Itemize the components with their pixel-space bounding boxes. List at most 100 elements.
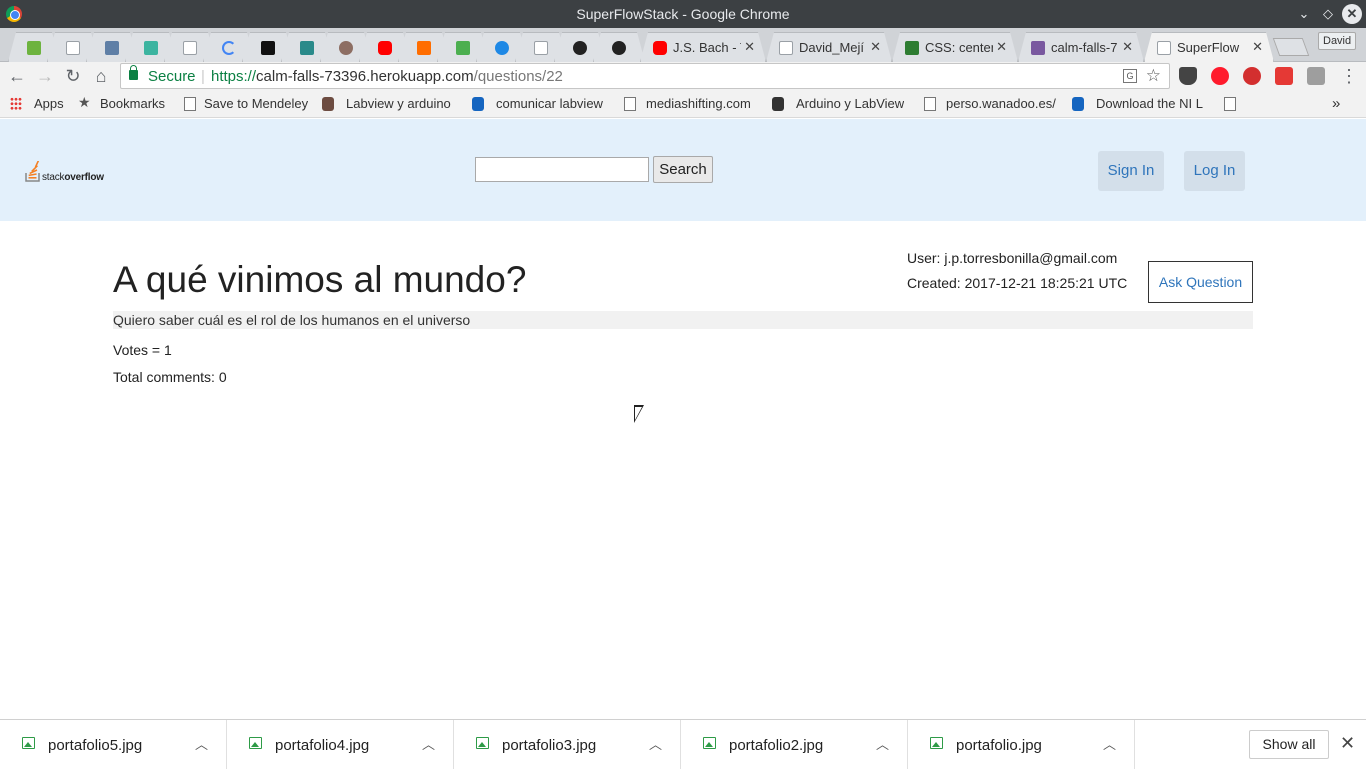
youtube-icon (378, 41, 392, 55)
download-item[interactable]: portafolio3.jpg ︿ (454, 720, 681, 769)
opera-extension-icon[interactable] (1211, 67, 1229, 85)
address-bar[interactable]: Secure | https://calm-falls-73396.heroku… (120, 63, 1170, 89)
sign-in-button[interactable]: Sign In (1098, 151, 1164, 191)
bookmark-item[interactable]: Labview y arduino (346, 96, 451, 111)
page-icon (1157, 41, 1171, 55)
tab-label: David_Mejí (799, 40, 865, 55)
image-file-icon (249, 737, 262, 749)
browser-tab[interactable] (593, 32, 645, 62)
page-icon[interactable] (1224, 97, 1236, 111)
bookmark-item[interactable]: mediashifting.com (646, 96, 751, 111)
close-tab-icon[interactable]: ✕ (1122, 39, 1133, 55)
bookmark-item[interactable]: Arduino y LabView (796, 96, 904, 111)
close-tab-icon[interactable]: ✕ (1252, 39, 1263, 55)
page-icon (66, 41, 80, 55)
home-icon[interactable]: ⌂ (90, 65, 112, 87)
bookmark-item[interactable]: Download the NI L (1096, 96, 1203, 111)
close-tab-icon[interactable]: ✕ (996, 39, 1007, 55)
asterisk-icon (417, 41, 431, 55)
bookmarks-bar: » Apps ★ Bookmarks Save to Mendeley Labview … (0, 90, 1366, 118)
bookmark-item[interactable]: Bookmarks (100, 96, 165, 111)
log-in-button[interactable]: Log In (1184, 151, 1245, 191)
code-icon (144, 41, 158, 55)
question-body: Quiero saber cuál es el rol de los human… (113, 311, 1253, 329)
maximize-icon[interactable]: ◇ (1318, 4, 1338, 24)
ask-question-button[interactable]: Ask Question (1148, 261, 1253, 303)
chevron-up-icon[interactable]: ︿ (195, 734, 208, 753)
tab-label: CSS: center (925, 40, 993, 55)
bookmark-item[interactable]: Apps (34, 96, 64, 111)
page-icon (924, 97, 936, 111)
download-filename: portafolio5.jpg (48, 737, 143, 754)
url-path: /questions/22 (473, 68, 563, 85)
chevron-up-icon[interactable]: ︿ (1103, 734, 1116, 753)
mountain-icon (456, 41, 470, 55)
close-window-icon[interactable]: ✕ (1342, 4, 1362, 24)
download-item[interactable]: portafolio4.jpg ︿ (227, 720, 454, 769)
close-tab-icon[interactable]: ✕ (870, 39, 881, 55)
image-file-icon (703, 737, 716, 749)
bookmark-star-icon[interactable]: ☆ (1146, 66, 1161, 86)
question-votes: Votes = 1 (113, 342, 172, 358)
window-title: SuperFlowStack - Google Chrome (576, 6, 790, 22)
pocket-extension-icon[interactable] (1179, 67, 1197, 85)
star-icon: ★ (78, 94, 91, 110)
apps-grid-icon (10, 97, 22, 111)
youtube-extension-icon[interactable] (1275, 67, 1293, 85)
reload-icon[interactable]: ↻ (62, 65, 84, 87)
translate-icon[interactable]: G (1123, 69, 1137, 83)
browser-tab[interactable]: SuperFlow ✕ (1144, 32, 1274, 62)
logo-text-bold: overflow (64, 172, 104, 183)
new-tab-button[interactable] (1272, 38, 1310, 56)
show-all-downloads-button[interactable]: Show all (1249, 730, 1329, 759)
tiles-icon (105, 41, 119, 55)
avatar-icon (339, 41, 353, 55)
tab-label: SuperFlow (1177, 40, 1240, 55)
search-button[interactable]: Search (653, 156, 713, 183)
mouse-cursor-icon (634, 405, 644, 423)
search-input[interactable] (475, 157, 649, 182)
extension-icon[interactable] (1307, 67, 1325, 85)
page-icon (779, 41, 793, 55)
ni-eagle-icon (1072, 97, 1084, 111)
forward-arrow-icon[interactable]: → (34, 65, 56, 87)
page-icon (624, 97, 636, 111)
minimize-icon[interactable]: ⌄ (1294, 4, 1314, 24)
question-comments-count: Total comments: 0 (113, 369, 227, 385)
download-item[interactable]: portafolio.jpg ︿ (908, 720, 1135, 769)
close-shelf-icon[interactable]: ✕ (1340, 733, 1355, 754)
chevron-up-icon[interactable]: ︿ (422, 734, 435, 753)
tab-label: J.S. Bach - T (673, 40, 741, 55)
bookmarks-overflow-icon[interactable]: » (1332, 95, 1340, 112)
bookmark-item[interactable]: comunicar labview (496, 96, 603, 111)
browser-tab[interactable]: CSS: center ✕ (892, 32, 1018, 62)
url-text[interactable]: https://calm-falls-73396.herokuapp.com/q… (211, 68, 563, 85)
chevron-up-icon[interactable]: ︿ (876, 734, 889, 753)
heroku-icon (1031, 41, 1045, 55)
back-arrow-icon[interactable]: ← (6, 65, 28, 87)
bookmark-item[interactable]: Save to Mendeley (204, 96, 308, 111)
adblock-extension-icon[interactable] (1243, 67, 1261, 85)
menu-dots-icon[interactable]: ⋮ (1338, 65, 1360, 87)
secure-label: Secure (148, 68, 196, 85)
lv-icon (772, 97, 784, 111)
medium-icon (261, 41, 275, 55)
logo-text-light: stack (42, 172, 65, 183)
profile-button[interactable]: David (1318, 32, 1357, 50)
chevron-up-icon[interactable]: ︿ (649, 734, 662, 753)
browser-tab[interactable]: David_Mejí ✕ (766, 32, 892, 62)
github-icon (573, 41, 587, 55)
download-item[interactable]: portafolio2.jpg ︿ (681, 720, 908, 769)
download-filename: portafolio3.jpg (502, 737, 597, 754)
window-titlebar: SuperFlowStack - Google Chrome ⌄ ◇ ✕ (0, 0, 1366, 28)
youtube-icon (653, 41, 667, 55)
close-tab-icon[interactable]: ✕ (744, 39, 755, 55)
robot-icon (322, 97, 334, 111)
browser-tab[interactable]: J.S. Bach - T ✕ (640, 32, 766, 62)
browser-tab[interactable]: calm-falls-7 ✕ (1018, 32, 1144, 62)
download-item[interactable]: portafolio5.jpg ︿ (0, 720, 227, 769)
logo-text: stackoverflow (42, 172, 104, 183)
lock-icon (129, 65, 138, 80)
bookmark-item[interactable]: perso.wanadoo.es/ (946, 96, 1056, 111)
seal-icon (495, 41, 509, 55)
